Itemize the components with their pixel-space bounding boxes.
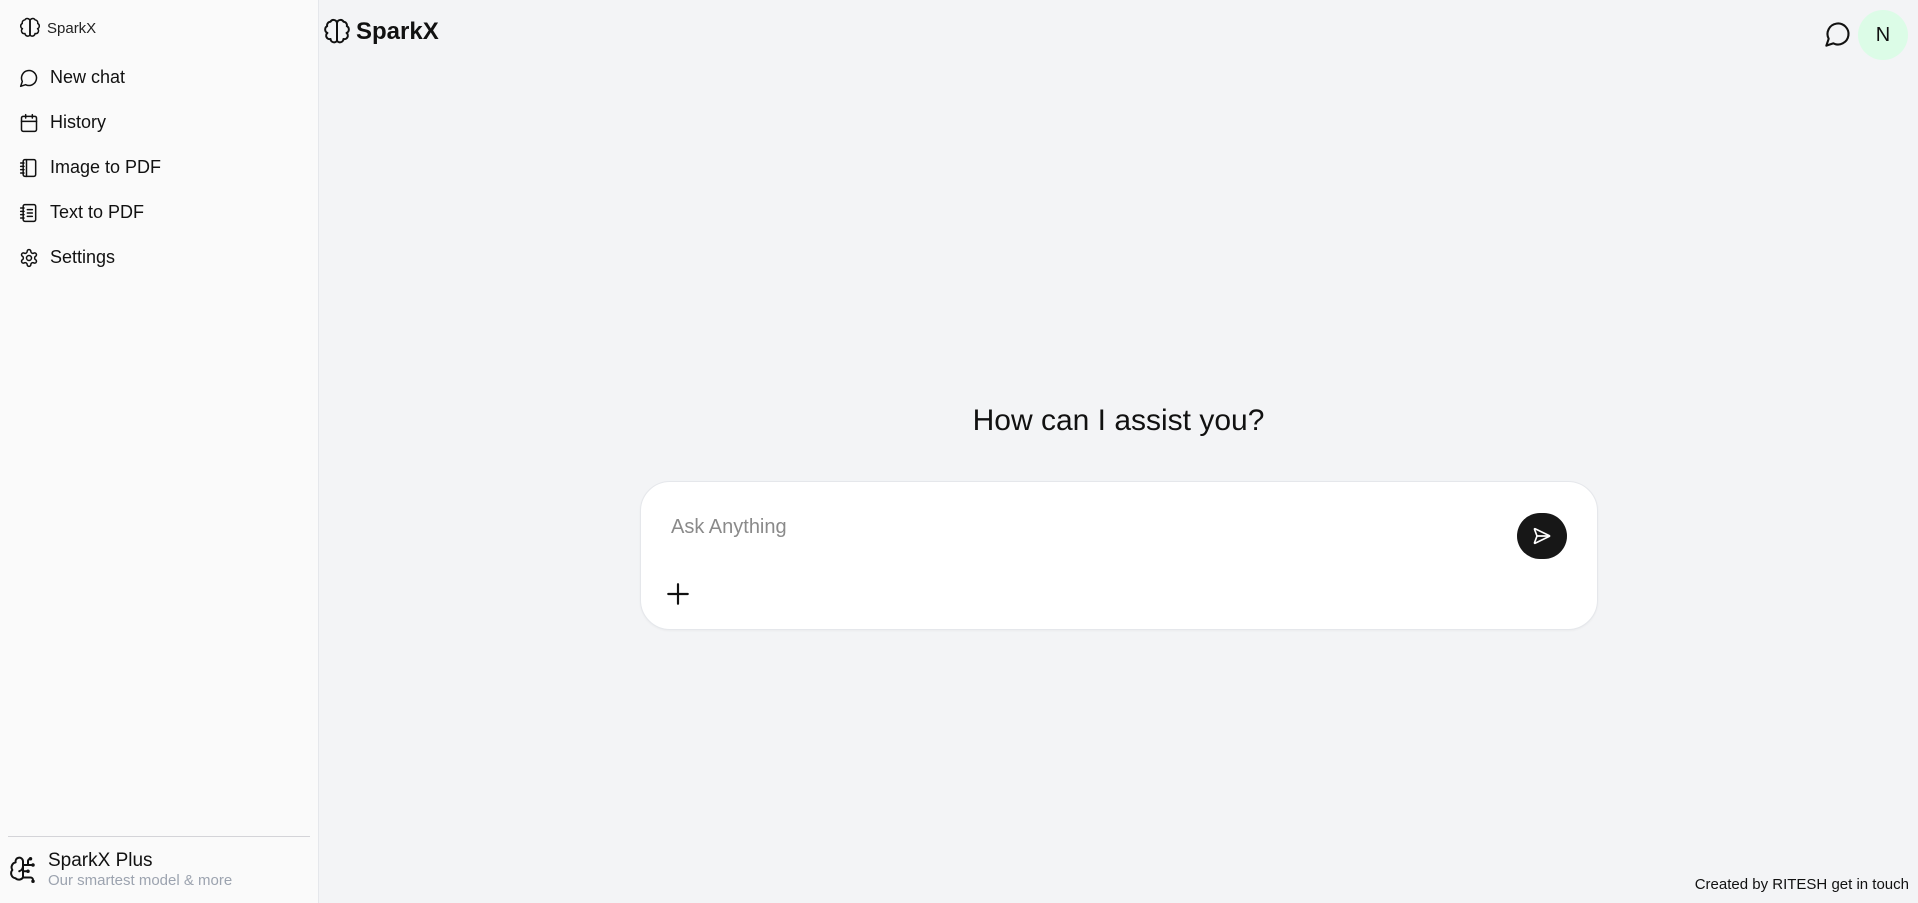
sidebar-item-label: Image to PDF (50, 157, 162, 177)
sidebar-divider (8, 836, 310, 837)
avatar-initial: N (1875, 23, 1891, 46)
document-list-icon (19, 203, 37, 222)
chat-composer (640, 481, 1598, 630)
brain-logo-icon (20, 17, 40, 37)
send-button[interactable] (1517, 513, 1567, 559)
add-attachment-button[interactable] (663, 579, 693, 609)
sidebar-brand[interactable]: SparkX (19, 17, 96, 39)
sidebar-item-label: Settings (50, 247, 116, 267)
sparkx-plus-upgrade[interactable]: SparkX Plus Our smartest model & more (8, 846, 308, 894)
calendar-icon (20, 113, 38, 132)
sidebar-item-label: New chat (50, 67, 126, 87)
sidebar-item-image-to-pdf[interactable]: Image to PDF (19, 145, 299, 190)
chat-button[interactable] (1822, 18, 1854, 50)
page-title: How can I assist you? (972, 404, 1265, 437)
chat-bubble-icon (1825, 22, 1850, 47)
sidebar-brand-label: SparkX (47, 19, 97, 37)
sidebar-item-text-to-pdf[interactable]: Text to PDF (19, 190, 299, 235)
send-icon (1533, 527, 1551, 545)
user-avatar[interactable]: N (1858, 10, 1908, 60)
sidebar-item-label: History (50, 112, 107, 132)
sparkx-plus-subtitle: Our smartest model & more (48, 872, 233, 889)
sparkx-plus-title: SparkX Plus (48, 850, 153, 871)
main-area: SparkX N How can I assist you? Ask Anyth… (319, 0, 1918, 903)
prompt-input[interactable] (671, 512, 1491, 542)
footer-created-by: Created by RITESH (1694, 876, 1828, 893)
sidebar-item-new-chat[interactable]: New chat (19, 55, 299, 100)
sparkx-plus-text: SparkX Plus Our smartest model & more (48, 850, 232, 890)
header-brand-label: SparkX (356, 18, 439, 45)
notebook-icon (19, 158, 37, 177)
header-brand[interactable]: SparkX (323, 18, 439, 46)
plus-icon (667, 583, 689, 605)
get-in-touch-link[interactable]: get in touch (1831, 876, 1909, 893)
app: SparkX New chat History Image to PDF Tex… (0, 0, 1918, 903)
brain-circuit-icon (10, 856, 35, 883)
brain-logo-icon (324, 19, 350, 44)
sidebar-item-history[interactable]: History (19, 100, 299, 145)
gear-icon (20, 248, 38, 267)
sidebar-nav: New chat History Image to PDF Text to PD… (19, 55, 299, 280)
sidebar-item-label: Text to PDF (50, 202, 145, 222)
sidebar-item-settings[interactable]: Settings (19, 235, 299, 280)
chat-bubble-icon (19, 69, 38, 87)
footer-credit: Created by RITESH get in touch (1695, 876, 1909, 893)
sidebar: SparkX New chat History Image to PDF Tex… (0, 0, 319, 903)
